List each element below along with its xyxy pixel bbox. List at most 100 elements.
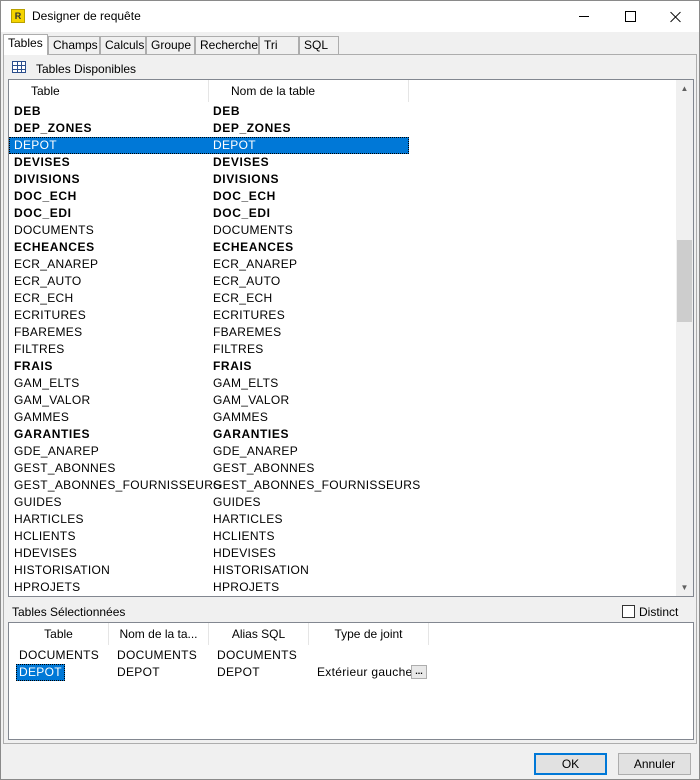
table-row[interactable]: FILTRES FILTRES <box>9 341 679 358</box>
scroll-thumb[interactable] <box>677 240 692 322</box>
available-tables-header: Tables Disponibles <box>8 59 692 77</box>
table-row-name: DEP_ZONES <box>213 121 292 135</box>
table-row[interactable]: HARTICLES HARTICLES <box>9 511 679 528</box>
selected-row-table: DOCUMENTS <box>19 648 100 662</box>
close-button[interactable] <box>653 1 699 32</box>
table-row[interactable]: DOC_EDI DOC_EDI <box>9 205 679 222</box>
tab-groupe[interactable]: Groupe <box>146 36 195 54</box>
table-row[interactable]: ECHEANCES ECHEANCES <box>9 239 679 256</box>
table-row-code: DEVISES <box>14 155 71 169</box>
selected-tables-list[interactable]: Table Nom de la ta... Alias SQL Type de … <box>8 622 694 740</box>
table-row[interactable]: HPROJETS HPROJETS <box>9 579 679 596</box>
table-row-code: HPROJETS <box>14 580 81 594</box>
tab-champs[interactable]: Champs <box>48 36 100 54</box>
table-row[interactable]: ECR_ANAREP ECR_ANAREP <box>9 256 679 273</box>
table-row-code: GDE_ANAREP <box>14 444 100 458</box>
cancel-button[interactable]: Annuler <box>618 753 691 775</box>
tab-calculs[interactable]: Calculs <box>100 36 146 54</box>
distinct-label[interactable]: Distinct <box>639 605 678 619</box>
selected-column-sql-alias[interactable]: Alias SQL <box>209 623 309 645</box>
selected-column-join-type[interactable]: Type de joint <box>309 623 429 645</box>
tab-tri[interactable]: Tri <box>259 36 299 54</box>
table-row[interactable]: ECRITURES ECRITURES <box>9 307 679 324</box>
app-icon: R <box>11 9 25 23</box>
table-row-code: DOC_EDI <box>14 206 72 220</box>
table-row[interactable]: FBAREMES FBAREMES <box>9 324 679 341</box>
table-row-name: GAM_ELTS <box>213 376 279 390</box>
column-header-table[interactable]: Table <box>9 80 209 102</box>
table-row[interactable]: GEST_ABONNES_FOURNISSEURS GEST_ABONNES_FO… <box>9 477 679 494</box>
selected-row-alias[interactable]: DOCUMENTS <box>217 647 297 664</box>
table-row-name: DEVISES <box>213 155 270 169</box>
selected-table-row[interactable]: DEPOT DEPOT DEPOT Extérieur gauche ... <box>9 664 693 681</box>
table-row-code: GARANTIES <box>14 427 91 441</box>
vertical-scrollbar[interactable]: ▲ ▼ <box>676 80 693 596</box>
close-icon <box>670 11 682 23</box>
table-row[interactable]: ECR_AUTO ECR_AUTO <box>9 273 679 290</box>
table-row-code: GAM_ELTS <box>14 376 80 390</box>
ok-button[interactable]: OK <box>534 753 607 775</box>
table-row[interactable]: HDEVISES HDEVISES <box>9 545 679 562</box>
table-row[interactable]: GAM_VALOR GAM_VALOR <box>9 392 679 409</box>
selected-table-row[interactable]: DOCUMENTS DOCUMENTS DOCUMENTS <box>9 647 693 664</box>
available-tables-title: Tables Disponibles <box>36 62 137 76</box>
table-row[interactable]: DEPOT DEPOT <box>9 137 679 154</box>
table-row-name: DEPOT <box>213 138 256 152</box>
join-type-ellipsis-button[interactable]: ... <box>411 665 427 679</box>
table-row-code: GAMMES <box>14 410 70 424</box>
table-row-name: GAMMES <box>213 410 269 424</box>
table-row[interactable]: GAMMES GAMMES <box>9 409 679 426</box>
table-row[interactable]: DIVISIONS DIVISIONS <box>9 171 679 188</box>
table-row-name: DEB <box>213 104 241 118</box>
table-row[interactable]: HCLIENTS HCLIENTS <box>9 528 679 545</box>
table-row[interactable]: FRAIS FRAIS <box>9 358 679 375</box>
table-row-name: HCLIENTS <box>213 529 275 543</box>
table-row-code: ECRITURES <box>14 308 87 322</box>
table-row[interactable]: DEP_ZONES DEP_ZONES <box>9 120 679 137</box>
table-row-name: DOC_ECH <box>213 189 276 203</box>
available-tables-list[interactable]: Table Nom de la table DEB DEB DEP_ZONES DEP… <box>8 79 694 597</box>
minimize-button[interactable] <box>561 1 607 32</box>
table-row[interactable]: GAM_ELTS GAM_ELTS <box>9 375 679 392</box>
query-designer-window: R Designer de requête Tables Champs Calc… <box>0 0 700 780</box>
selected-row-alias[interactable]: DEPOT <box>217 664 260 681</box>
tab-tables[interactable]: Tables <box>3 34 48 55</box>
table-row-code: HARTICLES <box>14 512 84 526</box>
tab-sql[interactable]: SQL <box>299 36 339 54</box>
table-row-name: GDE_ANAREP <box>213 444 299 458</box>
table-row-name: GUIDES <box>213 495 261 509</box>
distinct-checkbox[interactable] <box>622 605 635 618</box>
selected-column-table-name[interactable]: Nom de la ta... <box>109 623 209 645</box>
table-row[interactable]: DEVISES DEVISES <box>9 154 679 171</box>
selected-column-table[interactable]: Table <box>9 623 109 645</box>
table-row[interactable]: GEST_ABONNES GEST_ABONNES <box>9 460 679 477</box>
selected-row-join-type[interactable]: Extérieur gauche <box>317 664 413 681</box>
table-row[interactable]: DOCUMENTS DOCUMENTS <box>9 222 679 239</box>
selected-row-name: DEPOT <box>117 665 160 679</box>
table-row-name: GAM_VALOR <box>213 393 290 407</box>
table-row-code: HDEVISES <box>14 546 78 560</box>
table-row-name: ECHEANCES <box>213 240 294 254</box>
table-row[interactable]: GUIDES GUIDES <box>9 494 679 511</box>
minimize-icon <box>579 16 589 17</box>
selected-row-name: DOCUMENTS <box>117 648 198 662</box>
column-header-table-name[interactable]: Nom de la table <box>209 80 409 102</box>
maximize-button[interactable] <box>607 1 653 32</box>
table-row[interactable]: GDE_ANAREP GDE_ANAREP <box>9 443 679 460</box>
table-row-name: ECR_ECH <box>213 291 273 305</box>
table-row[interactable]: DOC_ECH DOC_ECH <box>9 188 679 205</box>
table-row-name: ECRITURES <box>213 308 286 322</box>
table-row[interactable]: GARANTIES GARANTIES <box>9 426 679 443</box>
table-row[interactable]: HISTORISATION HISTORISATION <box>9 562 679 579</box>
selected-tables-header: Tables Sélectionnées Distinct <box>8 601 692 621</box>
table-row[interactable]: DEB DEB <box>9 103 679 120</box>
table-row[interactable]: ECR_ECH ECR_ECH <box>9 290 679 307</box>
tab-recherche[interactable]: Recherche <box>195 36 259 54</box>
scroll-down-icon[interactable]: ▼ <box>676 579 693 596</box>
table-row-code: ECR_AUTO <box>14 274 82 288</box>
title-bar[interactable]: R Designer de requête <box>1 1 699 32</box>
window-title: Designer de requête <box>32 9 141 23</box>
scroll-up-icon[interactable]: ▲ <box>676 80 693 97</box>
table-row-name: FILTRES <box>213 342 264 356</box>
tables-tab-panel: Tables Disponibles Table Nom de la table… <box>3 54 697 744</box>
